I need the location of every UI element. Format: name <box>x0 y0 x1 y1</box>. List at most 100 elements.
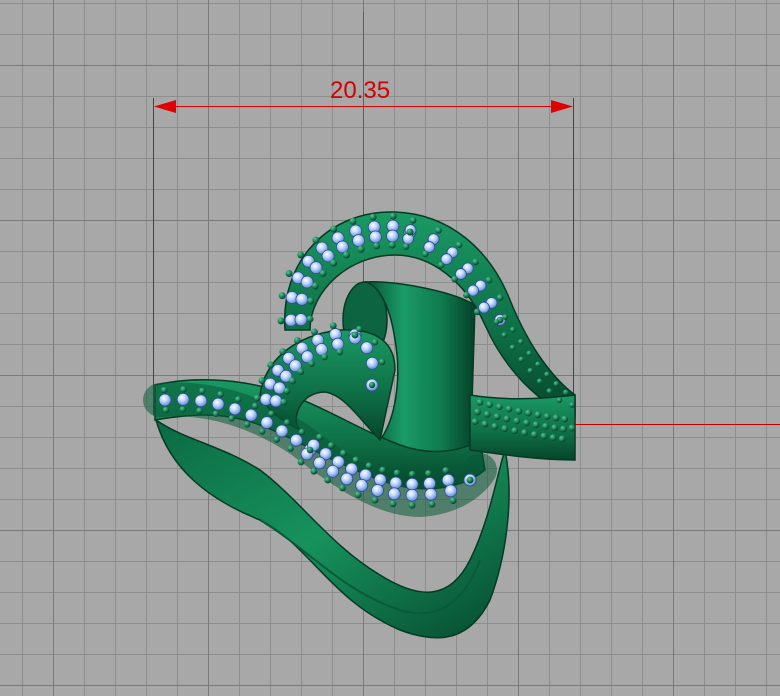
gem-stone <box>360 341 374 355</box>
prong-bead <box>542 422 549 430</box>
prong-bead <box>534 411 542 419</box>
prong-bead <box>442 467 450 474</box>
prong-bead <box>553 381 560 387</box>
prong-bead <box>311 328 318 336</box>
prong-bead <box>297 251 305 259</box>
prong-bead <box>505 405 513 413</box>
gem-stone <box>244 408 258 422</box>
gem-stone <box>441 473 455 487</box>
prong-bead <box>369 213 377 221</box>
gem-stone <box>158 393 172 407</box>
prong-bead <box>526 350 533 357</box>
prong-bead <box>406 228 414 236</box>
gem-stone <box>369 230 382 244</box>
prong-bead <box>357 245 365 253</box>
prong-bead <box>474 408 481 416</box>
prong-bead <box>532 421 540 429</box>
prong-bead <box>268 410 275 417</box>
prong-bead <box>373 242 381 250</box>
prong-bead <box>278 292 286 300</box>
gem-stone <box>386 229 399 243</box>
prong-bead <box>378 358 386 366</box>
prong-bead <box>483 410 491 418</box>
prong-bead <box>371 496 379 504</box>
prong-bead <box>524 409 532 417</box>
prong-bead <box>389 212 397 220</box>
prong-bead <box>536 378 543 385</box>
prong-bead <box>435 227 442 234</box>
prong-bead <box>402 243 410 250</box>
prong-bead <box>365 462 373 470</box>
prong-bead <box>472 258 479 266</box>
prong-bead <box>511 427 519 435</box>
prong-bead <box>280 398 288 406</box>
prong-bead <box>552 414 560 422</box>
prong-bead <box>540 432 548 440</box>
prong-bead <box>449 497 457 505</box>
prong-bead <box>371 338 379 346</box>
prong-bead <box>277 317 285 325</box>
prong-bead <box>501 332 508 338</box>
prong-bead <box>339 484 346 492</box>
prong-bead <box>388 241 396 249</box>
prong-bead <box>283 419 291 426</box>
gem-stone <box>444 484 458 498</box>
gem-stone <box>315 343 329 356</box>
prong-bead <box>298 428 306 436</box>
prong-bead <box>342 251 350 259</box>
prong-bead <box>321 353 329 361</box>
prong-bead <box>556 397 563 403</box>
prong-bead <box>179 406 187 413</box>
prong-bead <box>354 491 362 499</box>
prong-bead <box>199 387 206 395</box>
prong-bead <box>409 217 417 224</box>
prong-bead <box>515 407 523 415</box>
prong-bead <box>549 434 557 442</box>
prong-bead <box>493 319 500 325</box>
gem-stone <box>295 292 309 306</box>
prong-bead <box>162 406 170 414</box>
prong-bead <box>259 428 266 435</box>
prong-bead <box>356 325 363 333</box>
gem-stone <box>424 487 438 501</box>
prong-bead <box>212 410 219 417</box>
prong-bead <box>543 413 551 420</box>
prong-bead <box>310 467 318 475</box>
prong-bead <box>455 241 463 249</box>
prong-bead <box>329 322 337 330</box>
prong-bead <box>307 297 315 305</box>
prong-bead <box>408 470 416 478</box>
prong-bead <box>379 466 387 474</box>
gem-stone <box>211 397 225 411</box>
prong-bead <box>160 386 168 394</box>
prong-bead <box>437 261 445 269</box>
prong-bead <box>518 356 525 363</box>
gem-stone <box>389 476 403 490</box>
gem-stone <box>423 476 437 490</box>
prong-bead <box>558 435 566 443</box>
prong-bead <box>496 294 504 301</box>
prong-bead <box>196 407 203 414</box>
prong-bead <box>316 433 323 441</box>
prong-bead <box>527 367 534 374</box>
gem-stone <box>355 479 369 492</box>
prong-bead <box>428 500 436 508</box>
prong-bead <box>560 425 567 433</box>
ring-model[interactable] <box>143 211 576 639</box>
prong-bead <box>509 344 516 351</box>
prong-bead <box>336 348 344 356</box>
prong-bead <box>243 421 251 428</box>
gem-stone <box>373 473 387 487</box>
prong-bead <box>493 413 501 421</box>
prong-bead <box>530 431 538 438</box>
gem-stone <box>228 402 242 416</box>
prong-bead <box>273 436 280 443</box>
cad-viewport[interactable]: 20.35 <box>0 0 780 696</box>
prong-bead <box>319 269 327 277</box>
prong-bead <box>473 308 481 316</box>
prong-bead <box>544 371 550 378</box>
prong-bead <box>568 424 576 432</box>
prong-bead <box>349 217 357 225</box>
prong-bead <box>327 442 335 449</box>
gem-stone <box>275 424 289 438</box>
